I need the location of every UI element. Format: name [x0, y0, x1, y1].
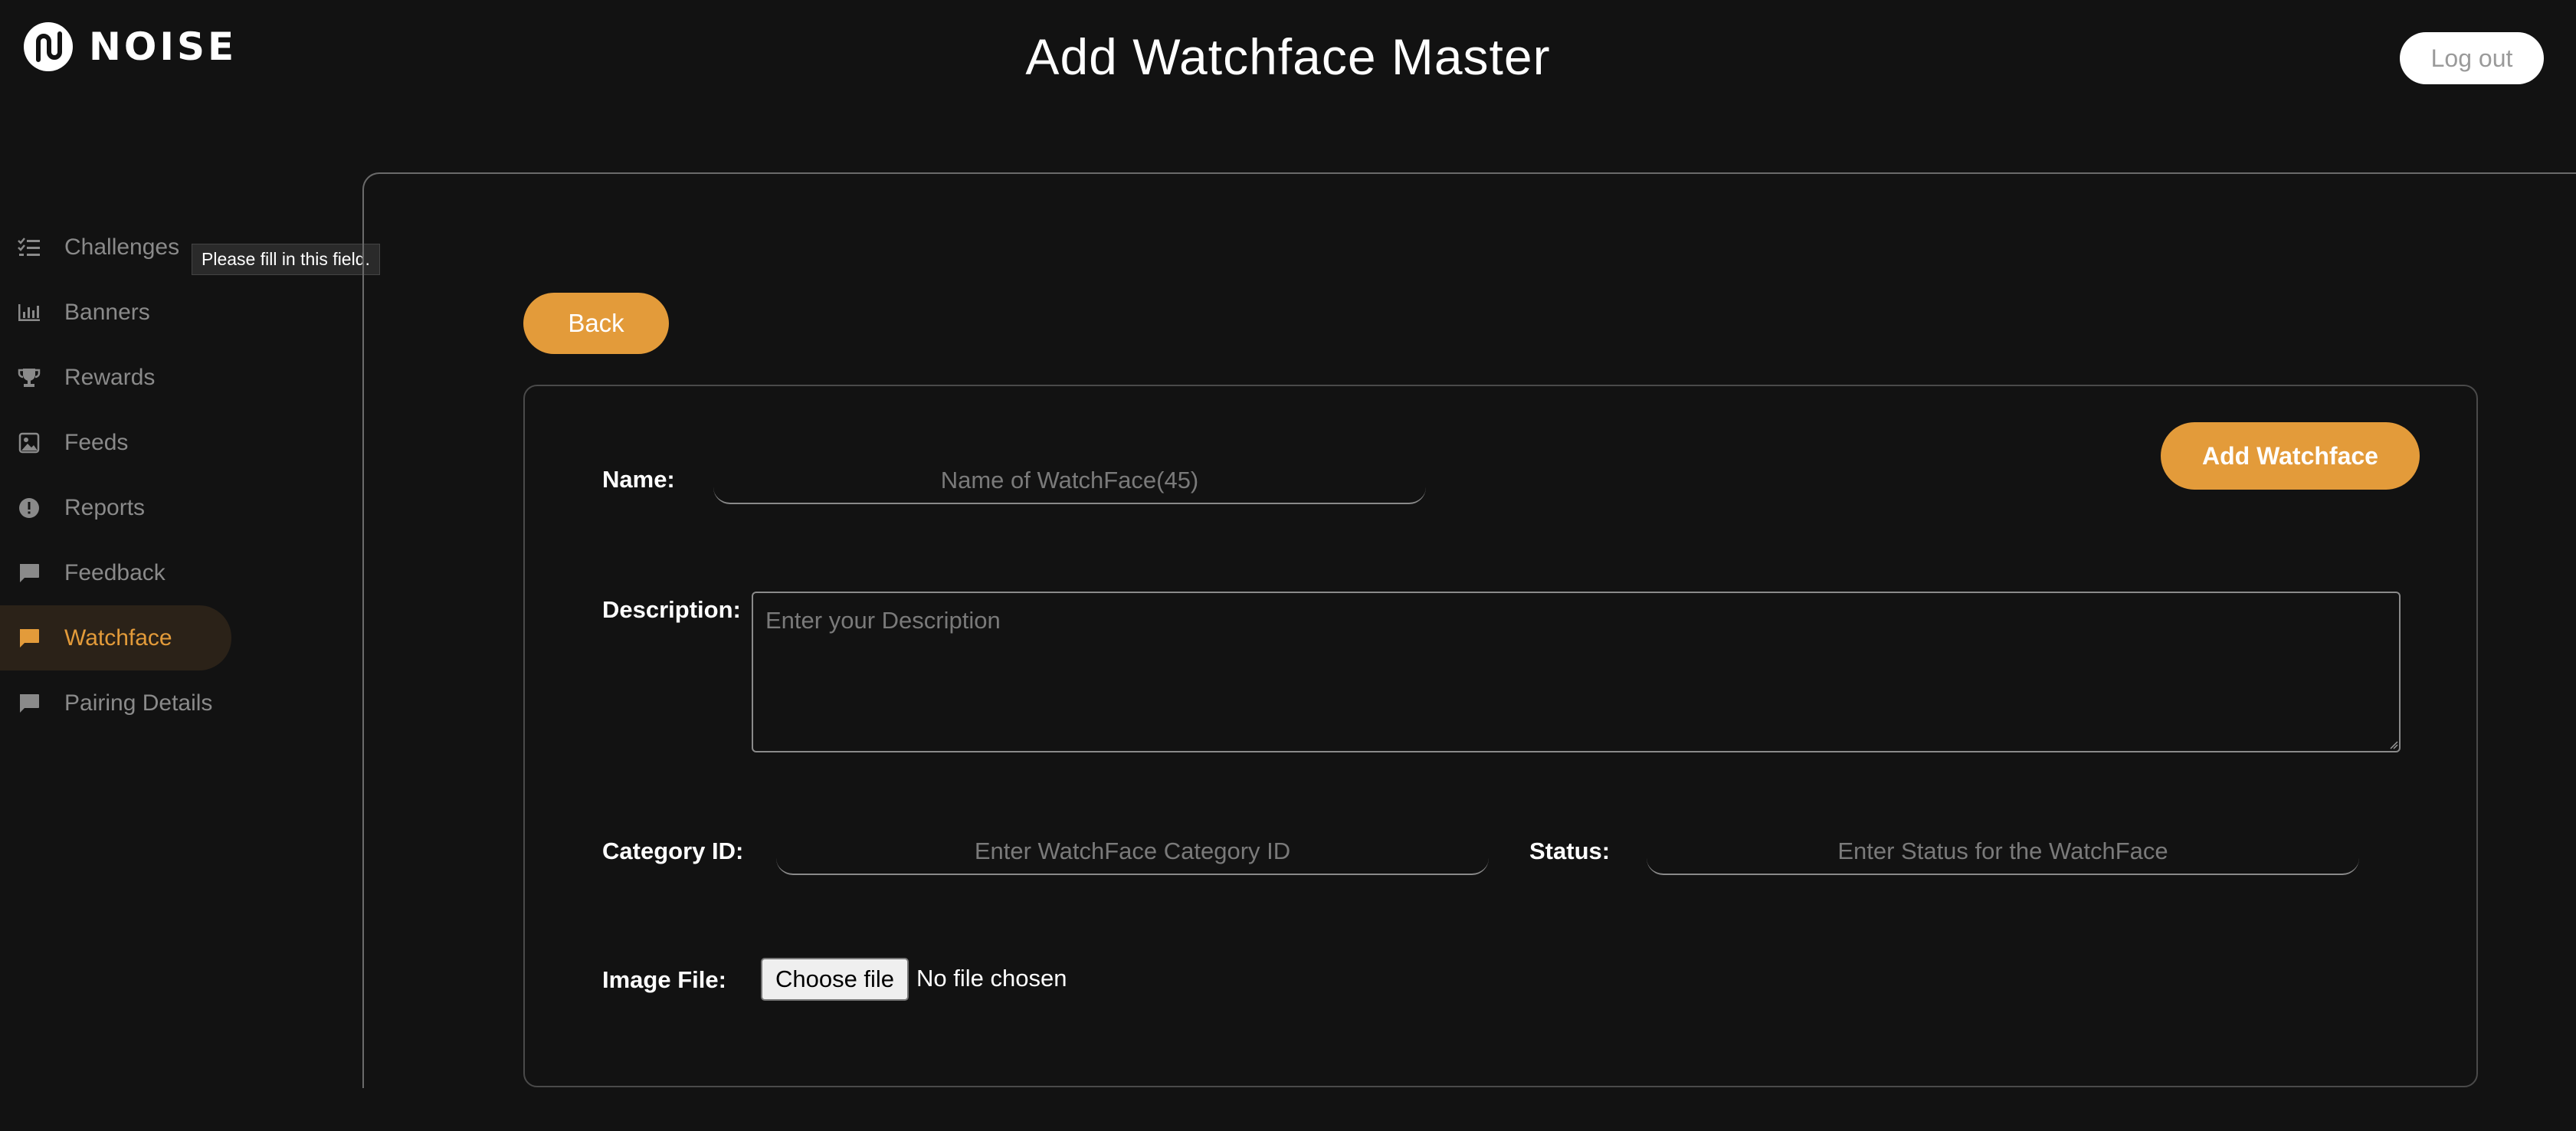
sidebar-item-label: Banners [64, 299, 150, 325]
sidebar-item-rewards[interactable]: Rewards [0, 345, 360, 410]
description-label: Description: [602, 596, 741, 623]
trophy-icon [17, 366, 41, 390]
bar-chart-icon [17, 300, 41, 325]
status-input[interactable] [1647, 829, 2359, 875]
chat-icon [17, 691, 41, 716]
category-id-label: Category ID: [602, 838, 744, 864]
resize-grip-icon[interactable] [2389, 740, 2398, 749]
alert-icon [17, 496, 41, 520]
sidebar-item-label: Challenges [64, 234, 180, 260]
sidebar-item-feeds[interactable]: Feeds [0, 410, 360, 475]
image-icon [17, 431, 41, 455]
image-file-label: Image File: [602, 966, 726, 993]
chat-icon [17, 561, 41, 585]
back-button[interactable]: Back [523, 293, 669, 354]
category-id-input[interactable] [776, 829, 1489, 875]
file-status-text: No file chosen [916, 965, 1067, 992]
add-watchface-button[interactable]: Add Watchface [2161, 422, 2420, 490]
sidebar-item-label: Pairing Details [64, 690, 213, 716]
sidebar-item-label: Reports [64, 494, 146, 520]
name-label: Name: [602, 466, 675, 493]
sidebar-item-reports[interactable]: Reports [0, 475, 360, 540]
name-input[interactable] [713, 458, 1426, 504]
page-title: Add Watchface Master [1025, 28, 1551, 85]
choose-file-button[interactable]: Choose file [761, 958, 909, 1001]
sidebar-item-label: Feedback [64, 559, 166, 585]
sidebar-item-feedback[interactable]: Feedback [0, 540, 360, 605]
sidebar-item-banners[interactable]: Banners [0, 280, 360, 345]
sidebar-item-pairing-details[interactable]: Pairing Details [0, 670, 360, 736]
sidebar-item-label: Feeds [64, 429, 129, 455]
description-textarea[interactable] [752, 592, 2401, 752]
logout-button[interactable]: Log out [2400, 32, 2544, 84]
validation-tooltip: Please fill in this field. [192, 244, 380, 275]
chat-icon [17, 626, 41, 651]
checklist-icon [17, 235, 41, 260]
sidebar-item-label: Watchface [64, 625, 172, 651]
status-label: Status: [1529, 838, 1611, 864]
sidebar: Challenges Banners Rewards Feeds Reports… [0, 215, 360, 736]
sidebar-item-watchface[interactable]: Watchface [0, 605, 231, 670]
sidebar-item-label: Rewards [64, 364, 156, 390]
